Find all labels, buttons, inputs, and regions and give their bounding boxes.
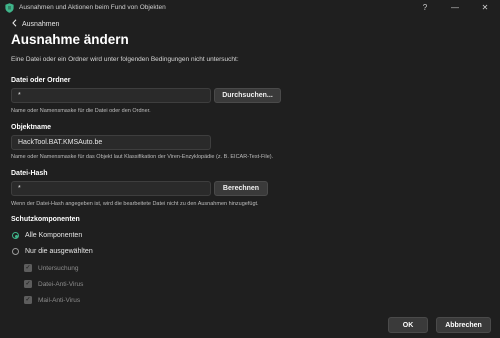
checkbox-mail-antivirus-label: Mail-Anti-Virus	[38, 296, 81, 304]
checkbox-scan: ✓ Untersuchung	[24, 264, 78, 272]
file-or-folder-input[interactable]: *	[11, 88, 211, 103]
chevron-left-icon	[12, 19, 17, 29]
kaspersky-shield-icon	[5, 2, 14, 13]
browse-button[interactable]: Durchsuchen...	[214, 88, 281, 103]
file-or-folder-hint: Name oder Namensmaske für die Datei oder…	[11, 108, 151, 114]
help-icon[interactable]: ?	[410, 0, 440, 15]
checkbox-file-antivirus: ✓ Datei-Anti-Virus	[24, 280, 83, 288]
file-hash-label: Datei-Hash	[11, 170, 48, 177]
checkbox-mail-antivirus: ✓ Mail-Anti-Virus	[24, 296, 80, 304]
checkbox-file-antivirus-label: Datei-Anti-Virus	[38, 280, 84, 288]
radio-all-components[interactable]: Alle Komponenten	[12, 232, 82, 239]
object-name-hint: Name oder Namensmaske für das Objekt lau…	[11, 154, 274, 160]
close-icon[interactable]: ✕	[470, 0, 500, 15]
radio-unchecked-icon	[12, 248, 19, 255]
back-link-label: Ausnahmen	[22, 20, 60, 28]
components-title: Schutzkomponenten	[11, 216, 80, 223]
file-or-folder-label: Datei oder Ordner	[11, 77, 71, 84]
window-title: Ausnahmen und Aktionen beim Fund von Obj…	[19, 4, 166, 11]
minimize-icon[interactable]: —	[440, 0, 470, 15]
checkmark-icon: ✓	[24, 280, 32, 288]
intro-text: Eine Datei oder ein Ordner wird unter fo…	[11, 56, 239, 63]
page-title: Ausnahme ändern	[11, 32, 129, 47]
radio-selected-components[interactable]: Nur die ausgewählten	[12, 248, 93, 255]
radio-all-components-label: Alle Komponenten	[25, 232, 83, 239]
back-link[interactable]: Ausnahmen	[12, 18, 59, 30]
object-name-input[interactable]: HackTool.BAT.KMSAuto.be	[11, 135, 211, 150]
ok-button[interactable]: OK	[388, 317, 428, 333]
radio-selected-components-label: Nur die ausgewählten	[25, 248, 93, 255]
checkbox-scan-label: Untersuchung	[38, 264, 79, 272]
file-hash-hint: Wenn der Datei-Hash angegeben ist, wird …	[11, 201, 259, 207]
cancel-button[interactable]: Abbrechen	[436, 317, 491, 333]
calculate-button[interactable]: Berechnen	[214, 181, 268, 196]
object-name-label: Objektname	[11, 124, 52, 131]
checkmark-icon: ✓	[24, 296, 32, 304]
file-hash-input[interactable]: *	[11, 181, 211, 196]
window-titlebar: Ausnahmen und Aktionen beim Fund von Obj…	[0, 0, 500, 15]
radio-checked-icon	[12, 232, 19, 239]
checkmark-icon: ✓	[24, 264, 32, 272]
